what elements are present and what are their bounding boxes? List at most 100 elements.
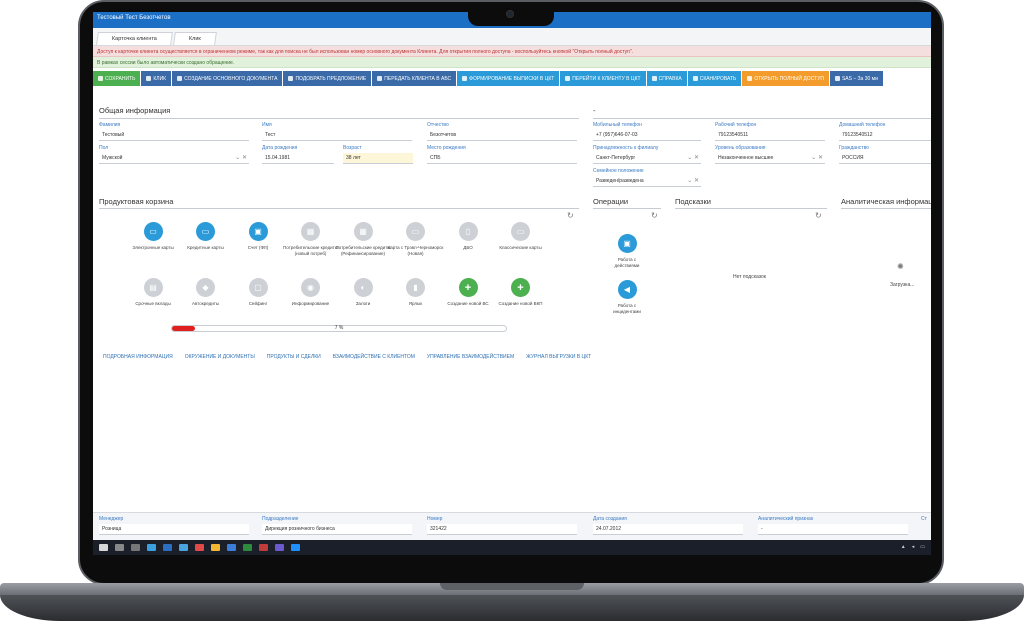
screen: Тестовый Тест Безотчетов Карточка клиент… [93,12,931,555]
product-icon: ▦ [353,222,373,241]
product-tile[interactable]: ◉ Информирование [281,278,341,307]
age-value: 38 лет [343,153,413,164]
chevron-down-icon[interactable]: ⌄ ✕ [811,154,823,161]
task-view-icon[interactable] [131,544,140,551]
branch-field: Принадлежность к филиалу Санкт-Петербург… [593,145,701,164]
marital-value: Разведен/разведена [596,178,644,184]
mobile-input[interactable]: +7 (957)646-07-03 [593,130,701,141]
app-icon[interactable] [275,544,284,551]
refresh-icon[interactable]: ↻ [815,211,822,220]
laptop-frame: Тестовый Тест Безотчетов Карточка клиент… [0,0,1024,624]
toolbar-button-10[interactable]: SAS – За 30 ми [829,71,883,86]
refresh-icon[interactable]: ↻ [567,211,574,220]
field-label: Имя [262,122,272,128]
product-icon: ▮ [406,278,425,297]
search-icon[interactable] [115,544,124,551]
app-icon[interactable] [227,544,236,551]
toolbar-button-1[interactable]: КЛИК [141,71,172,86]
notification-icon[interactable]: ▭ [920,544,925,550]
toolbar-button-8[interactable]: СКАНИРОВАТЬ [687,71,742,86]
product-tile[interactable]: ◆ Автокредиты [176,278,236,307]
app-icon[interactable] [163,544,172,551]
field-label: Гражданство [839,145,869,151]
home-phone-field: Домашний телефон 79123540512 [839,122,931,141]
system-tray: ▲ ◂ ▭ [895,544,925,550]
birthplace-input[interactable]: СПБ [427,153,577,164]
product-icon: + [511,278,530,297]
product-tile[interactable]: ▦ Потребительские кредиты (Рефинансирован… [333,222,393,256]
button-icon [377,76,383,81]
product-tile[interactable]: ▭ Кредитные карты [176,222,236,251]
birthdate-input[interactable]: 15.04.1981 [262,153,334,164]
home-phone-input[interactable]: 79123540512 [839,130,931,141]
product-tile[interactable]: ▭ Электронные карты [123,222,183,251]
chevron-down-icon[interactable]: ⌄ ✕ [687,154,699,161]
tab-label: Карточка клиента [111,36,157,42]
network-icon[interactable]: ▲ [901,544,906,550]
product-tile[interactable]: + Создание новой ВКП [491,278,551,307]
section-link[interactable]: ВЗАИМОДЕЙСТВИЕ С КЛИЕНТОМ [333,354,415,360]
app-icon[interactable] [291,544,300,551]
general-info-title: Общая информация [99,106,171,115]
work-phone-input[interactable]: 79123540511 [715,130,825,141]
toolbar-button-3[interactable]: ПОДОБРАТЬ ПРЕДЛОЖЕНИЕ [283,71,372,86]
surname-input[interactable]: Тестовый [99,130,249,141]
toolbar-button-5[interactable]: ФОРМИРОВАНИЕ ВЫПИСКИ В ЦКТ [457,71,560,86]
product-tile[interactable]: ▮ Ярлык [386,278,446,307]
product-tile[interactable]: ◐ Залоги [333,278,393,307]
button-label: СПРАВКА [658,75,682,82]
app-icon[interactable] [147,544,156,551]
education-select[interactable]: Незаконченное высшее ⌄ ✕ [715,153,825,164]
loading-text: Загрузка... [890,282,915,288]
app-icon[interactable] [259,544,268,551]
marital-select[interactable]: Разведен/разведена ⌄ ✕ [593,176,701,187]
section-link[interactable]: ЖУРНАЛ ВЫГРУЗКИ В ЦКТ [526,354,591,360]
app-icon[interactable] [179,544,188,551]
citizenship-input[interactable]: РОССИЯ [839,153,931,164]
toolbar-button-0[interactable]: СОХРАНИТЬ [93,71,141,86]
product-tile[interactable]: ▤ Срочные вклады [123,278,183,307]
chevron-down-icon[interactable]: ⌄ ✕ [235,154,247,161]
operation-incidents[interactable]: ◀ Работа с инцидентами [607,280,647,314]
product-tile[interactable]: ▣ Счет (ФЛ) [228,222,288,251]
product-tile[interactable]: ▢ Сейфинг [228,278,288,307]
app-icon[interactable] [195,544,204,551]
button-label: ПОДОБРАТЬ ПРЕДЛОЖЕНИЕ [295,75,367,82]
button-label: SAS – За 30 ми [841,75,878,82]
product-tile[interactable]: ▯ ДБО [438,222,498,251]
gender-select[interactable]: Мужской ⌄ ✕ [99,153,249,164]
product-icon: ▭ [511,222,530,241]
toolbar-button-9[interactable]: ОТКРЫТЬ ПОЛНЫЙ ДОСТУП [742,71,829,86]
product-tile[interactable]: ▦ Потребительские кредиты (новый потреб) [281,222,341,256]
product-tile[interactable]: ▭ Карта с Трэвл-Черноморск (Новая) [386,222,446,256]
os-taskbar: ▲ ◂ ▭ [93,540,931,555]
tab-click[interactable]: Клик [173,32,217,45]
app-icon[interactable] [211,544,220,551]
gender-value: Мужской [102,155,123,161]
volume-icon[interactable]: ◂ [912,544,915,550]
name-field: Имя Тест [262,122,412,141]
app-icon[interactable] [243,544,252,551]
product-tile[interactable]: ▭ Классические карты [491,222,551,251]
surname-field: Фамилия Тестовый [99,122,249,141]
toolbar-button-2[interactable]: СОЗДАНИЕ ОСНОВНОГО ДОКУМЕНТА [172,71,283,86]
chevron-down-icon[interactable]: ⌄ ✕ [687,177,699,184]
operation-actions[interactable]: ▣ Работа с действиями [607,234,647,268]
refresh-icon[interactable]: ↻ [651,211,658,220]
section-link[interactable]: ПРОДУКТЫ И СДЕЛКИ [267,354,321,360]
toolbar-button-7[interactable]: СПРАВКА [646,71,687,86]
toolbar-button-4[interactable]: ПЕРЕДАТЬ КЛИЕНТА В АБС [372,71,457,86]
product-label: Информирование [291,301,330,306]
section-link[interactable]: ПОДРОБНАЯ ИНФОРМАЦИЯ [103,354,173,360]
section-link[interactable]: ОКРУЖЕНИЕ И ДОКУМЕНТЫ [185,354,255,360]
product-tile[interactable]: + Создание новой ВС [438,278,498,307]
section-link[interactable]: УПРАВЛЕНИЕ ВЗАИМОДЕЙСТВИЕМ [427,354,514,360]
product-icon: ▢ [248,278,268,297]
toolbar-button-6[interactable]: ПЕРЕЙТИ К КЛИЕНТУ В ЦКТ [560,71,646,86]
start-icon[interactable] [99,544,108,551]
name-input[interactable]: Тест [262,130,412,141]
branch-select[interactable]: Санкт-Петербург ⌄ ✕ [593,153,701,164]
button-label: СОХРАНИТЬ [105,75,136,82]
patronymic-input[interactable]: Безотчетов [427,130,577,141]
tab-client-card[interactable]: Карточка клиента [96,32,173,45]
